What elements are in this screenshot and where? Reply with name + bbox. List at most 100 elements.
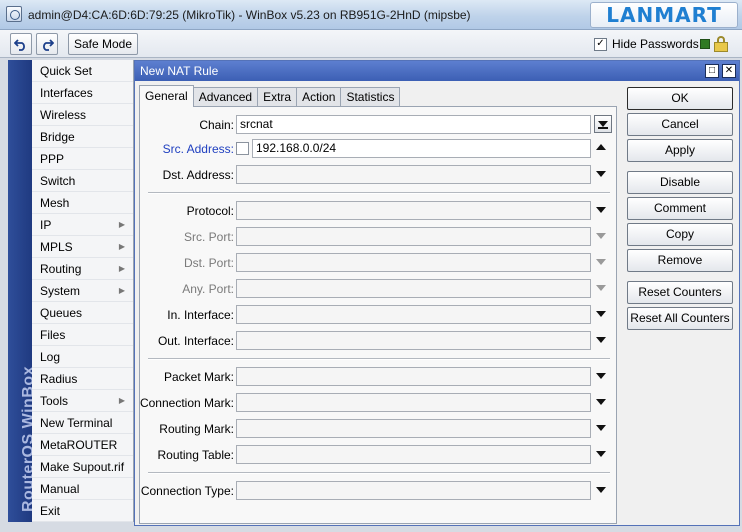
- dst-address-label: Dst. Address:: [162, 168, 234, 182]
- menu-item-wireless[interactable]: Wireless: [32, 104, 133, 126]
- in-interface-dropdown-icon[interactable]: [596, 311, 606, 317]
- packet-mark-input[interactable]: [236, 367, 591, 386]
- tab-extra[interactable]: Extra: [257, 87, 298, 107]
- close-icon[interactable]: ✕: [722, 64, 736, 78]
- tab-advanced[interactable]: Advanced: [192, 87, 259, 107]
- menu-item-files[interactable]: Files: [32, 324, 133, 346]
- chain-row: Chain: srcnat: [140, 115, 616, 135]
- routing-mark-row: Routing Mark:: [140, 419, 616, 439]
- connection-type-label: Connection Type:: [140, 484, 234, 498]
- out-interface-input[interactable]: [236, 331, 591, 350]
- tab-general[interactable]: General: [139, 85, 194, 107]
- any-port-row: Any. Port:: [140, 279, 616, 299]
- redo-button[interactable]: [36, 33, 58, 55]
- disable-button[interactable]: Disable: [627, 171, 733, 194]
- dialog-title: New NAT Rule: [140, 64, 219, 78]
- hide-passwords-checkbox[interactable]: ✓: [594, 37, 607, 51]
- winbox-side-banner: RouterOS WinBox: [8, 60, 37, 522]
- protocol-row: Protocol:: [140, 201, 616, 221]
- menu-item-mpls[interactable]: MPLS ▶: [32, 236, 133, 258]
- apply-button[interactable]: Apply: [627, 139, 733, 162]
- safe-mode-button[interactable]: Safe Mode: [68, 33, 138, 55]
- general-tab-panel: Chain: srcnat Src. Address: 192.168.0.0/…: [139, 106, 617, 524]
- connection-mark-dropdown-icon[interactable]: [596, 399, 606, 405]
- protocol-input[interactable]: [236, 201, 591, 220]
- submenu-arrow-icon: ▶: [118, 264, 125, 273]
- separator: [148, 472, 610, 474]
- comment-button[interactable]: Comment: [627, 197, 733, 220]
- connection-type-input[interactable]: [236, 481, 591, 500]
- reset-counters-button[interactable]: Reset Counters: [627, 281, 733, 304]
- menu-item-tools[interactable]: Tools ▶: [32, 390, 133, 412]
- connection-type-row: Connection Type:: [140, 481, 616, 501]
- dst-port-dropdown-icon: [596, 259, 606, 265]
- submenu-arrow-icon: ▶: [118, 286, 125, 295]
- tab-action[interactable]: Action: [296, 87, 342, 107]
- dialog-tabs: General Advanced Extra Action Statistics: [139, 85, 401, 107]
- dst-port-input[interactable]: [236, 253, 591, 272]
- hide-passwords-toggle[interactable]: ✓ Hide Passwords: [594, 37, 699, 51]
- src-address-negate-checkbox[interactable]: [236, 142, 249, 155]
- in-interface-row: In. Interface:: [140, 305, 616, 325]
- connection-mark-label: Connection Mark:: [139, 396, 234, 410]
- brand-logo: LANMART: [590, 2, 738, 28]
- dialog-title-bar[interactable]: New NAT Rule □ ✕: [135, 61, 739, 81]
- connection-mark-row: Connection Mark:: [140, 393, 616, 413]
- dst-address-row: Dst. Address:: [140, 165, 616, 185]
- src-port-label: Src. Port:: [183, 230, 234, 244]
- src-port-row: Src. Port:: [140, 227, 616, 247]
- out-interface-dropdown-icon[interactable]: [596, 337, 606, 343]
- dst-address-dropdown-icon[interactable]: [596, 171, 606, 177]
- routing-mark-input[interactable]: [236, 419, 591, 438]
- chain-input[interactable]: srcnat: [236, 115, 591, 134]
- dst-port-label: Dst. Port:: [183, 256, 234, 270]
- packet-mark-dropdown-icon[interactable]: [596, 373, 606, 379]
- menu-item-routing[interactable]: Routing ▶: [32, 258, 133, 280]
- routing-table-row: Routing Table:: [140, 445, 616, 465]
- menu-item-ip[interactable]: IP ▶: [32, 214, 133, 236]
- in-interface-label: In. Interface:: [167, 308, 234, 322]
- menu-item-quick-set[interactable]: Quick Set: [32, 60, 133, 82]
- any-port-input[interactable]: [236, 279, 591, 298]
- hide-passwords-label: Hide Passwords: [612, 37, 699, 51]
- menu-item-log[interactable]: Log: [32, 346, 133, 368]
- out-interface-label: Out. Interface:: [157, 334, 234, 348]
- menu-item-make-supout[interactable]: Make Supout.rif: [32, 456, 133, 478]
- copy-button[interactable]: Copy: [627, 223, 733, 246]
- undo-button[interactable]: [10, 33, 32, 55]
- dst-address-input[interactable]: [236, 165, 591, 184]
- ok-button[interactable]: OK: [627, 87, 733, 110]
- menu-item-ppp[interactable]: PPP: [32, 148, 133, 170]
- packet-mark-row: Packet Mark:: [140, 367, 616, 387]
- collapse-up-icon[interactable]: [596, 144, 606, 150]
- menu-item-mesh[interactable]: Mesh: [32, 192, 133, 214]
- menu-item-manual[interactable]: Manual: [32, 478, 133, 500]
- menu-item-queues[interactable]: Queues: [32, 302, 133, 324]
- any-port-dropdown-icon: [596, 285, 606, 291]
- connection-mark-input[interactable]: [236, 393, 591, 412]
- menu-item-exit[interactable]: Exit: [32, 500, 133, 522]
- menu-item-switch[interactable]: Switch: [32, 170, 133, 192]
- menu-item-system[interactable]: System ▶: [32, 280, 133, 302]
- src-address-input[interactable]: 192.168.0.0/24: [252, 139, 591, 158]
- menu-item-new-terminal[interactable]: New Terminal: [32, 412, 133, 434]
- src-port-input[interactable]: [236, 227, 591, 246]
- chain-dropdown-button[interactable]: [594, 115, 612, 133]
- menu-item-metarouter[interactable]: MetaROUTER: [32, 434, 133, 456]
- menu-item-bridge[interactable]: Bridge: [32, 126, 133, 148]
- cancel-button[interactable]: Cancel: [627, 113, 733, 136]
- routing-mark-dropdown-icon[interactable]: [596, 425, 606, 431]
- routing-table-input[interactable]: [236, 445, 591, 464]
- src-address-label[interactable]: Src. Address:: [163, 142, 234, 156]
- menu-item-interfaces[interactable]: Interfaces: [32, 82, 133, 104]
- reset-all-counters-button[interactable]: Reset All Counters: [627, 307, 733, 330]
- maximize-icon[interactable]: □: [705, 64, 719, 78]
- menu-item-radius[interactable]: Radius: [32, 368, 133, 390]
- in-interface-input[interactable]: [236, 305, 591, 324]
- routing-table-dropdown-icon[interactable]: [596, 451, 606, 457]
- protocol-dropdown-icon[interactable]: [596, 207, 606, 213]
- src-port-dropdown-icon: [596, 233, 606, 239]
- remove-button[interactable]: Remove: [627, 249, 733, 272]
- connection-type-dropdown-icon[interactable]: [596, 487, 606, 493]
- tab-statistics[interactable]: Statistics: [340, 87, 401, 107]
